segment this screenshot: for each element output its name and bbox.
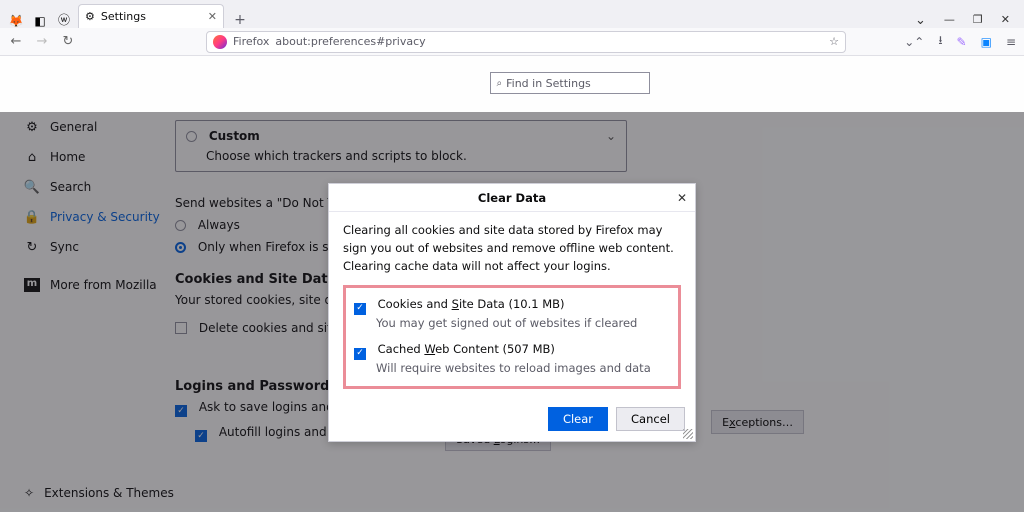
tabs-dropdown-icon[interactable]: ⌄ bbox=[915, 13, 926, 28]
pocket-save-icon[interactable]: ⌄⌃ bbox=[904, 35, 924, 49]
address-bar[interactable]: Firefox about:preferences#privacy ☆ bbox=[206, 31, 846, 53]
find-in-settings[interactable]: ⌕ Find in Settings bbox=[490, 72, 650, 94]
firefox-icon bbox=[213, 35, 227, 49]
clear-button[interactable]: Clear bbox=[548, 407, 608, 431]
downloads-icon[interactable]: ⭳ bbox=[938, 31, 942, 52]
tab-close-icon[interactable]: ✕ bbox=[208, 10, 217, 23]
checkbox-checked-icon[interactable]: ✓ bbox=[354, 348, 366, 360]
pocket-icon[interactable]: ◧ bbox=[30, 14, 50, 28]
clear-data-dialog: Clear Data ✕ Clearing all cookies and si… bbox=[328, 183, 696, 442]
firefox-glyph: 🦊 bbox=[6, 14, 26, 28]
opt-cookies-sub: You may get signed out of websites if cl… bbox=[376, 315, 670, 333]
search-icon: ⌕ bbox=[497, 78, 503, 89]
window-close[interactable]: ✕ bbox=[1001, 13, 1010, 28]
window-minimize[interactable]: — bbox=[944, 13, 955, 28]
opt-cache-label: Cached Web Content (507 MB) bbox=[378, 342, 555, 356]
edit-page-icon[interactable]: ✎ bbox=[957, 35, 967, 49]
new-tab-button[interactable]: + bbox=[228, 12, 252, 28]
tab-title: Settings bbox=[101, 10, 146, 23]
find-placeholder: Find in Settings bbox=[506, 77, 591, 90]
highlighted-options: ✓ Cookies and Site Data (10.1 MB) You ma… bbox=[343, 285, 681, 389]
toolbar: ← → ↻ Firefox about:preferences#privacy … bbox=[0, 28, 1024, 56]
app-menu-icon[interactable]: ≡ bbox=[1006, 35, 1016, 49]
resize-grip-icon[interactable] bbox=[683, 429, 693, 439]
opt-cache[interactable]: ✓ Cached Web Content (507 MB) Will requi… bbox=[354, 341, 670, 378]
dialog-header: Clear Data ✕ bbox=[329, 184, 695, 212]
gear-icon: ⚙ bbox=[85, 10, 95, 23]
tab-strip: 🦊 ◧ ⓦ ⚙ Settings ✕ + ⌄ — ❐ ✕ bbox=[0, 0, 1024, 28]
nav-reload-icon[interactable]: ↻ bbox=[60, 34, 76, 49]
opt-cache-sub: Will require websites to reload images a… bbox=[376, 360, 670, 378]
bookmark-star-icon[interactable]: ☆ bbox=[829, 35, 839, 48]
screenshot-icon[interactable]: ▣ bbox=[981, 35, 992, 49]
address-identity: Firefox bbox=[233, 35, 269, 48]
dialog-intro-text: Clearing all cookies and site data store… bbox=[343, 222, 681, 275]
checkbox-checked-icon[interactable]: ✓ bbox=[354, 303, 366, 315]
close-icon[interactable]: ✕ bbox=[677, 191, 687, 205]
opt-cookies-label: Cookies and Site Data (10.1 MB) bbox=[378, 297, 565, 311]
browser-tab-settings[interactable]: ⚙ Settings ✕ bbox=[78, 4, 224, 28]
cancel-button[interactable]: Cancel bbox=[616, 407, 685, 431]
nav-forward-icon: → bbox=[34, 34, 50, 49]
wordpress-icon[interactable]: ⓦ bbox=[54, 11, 74, 28]
window-restore[interactable]: ❐ bbox=[973, 13, 983, 28]
nav-back-icon[interactable]: ← bbox=[8, 34, 24, 49]
address-url: about:preferences#privacy bbox=[275, 35, 425, 48]
opt-cookies[interactable]: ✓ Cookies and Site Data (10.1 MB) You ma… bbox=[354, 296, 670, 333]
dialog-title: Clear Data bbox=[478, 191, 546, 205]
